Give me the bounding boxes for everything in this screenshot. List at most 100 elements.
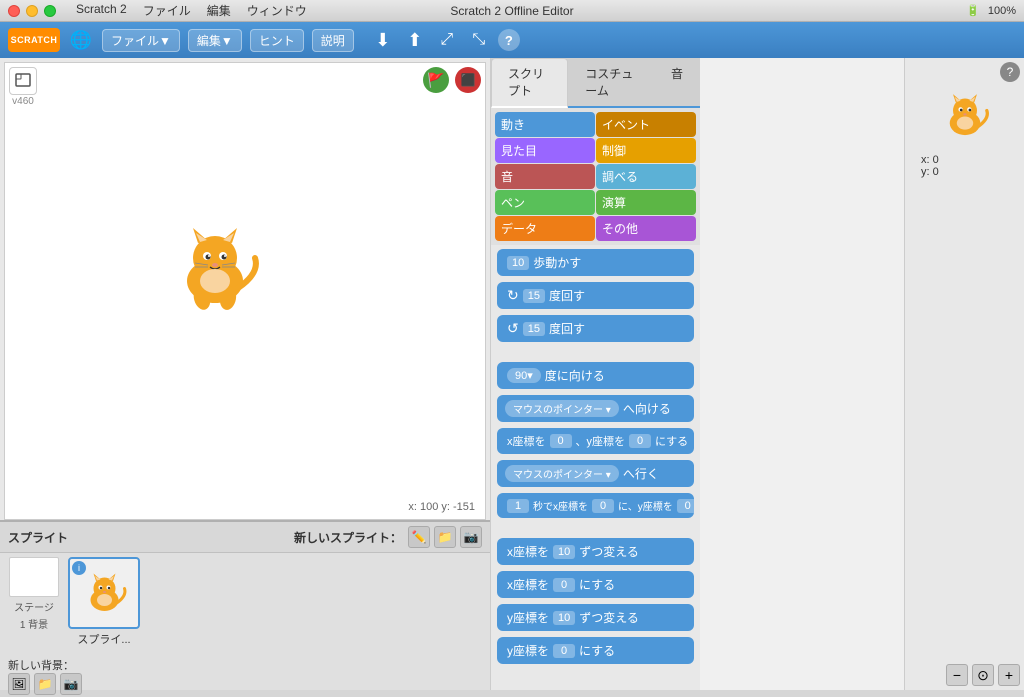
new-sprite-icons: ✏️ 📁 📷	[408, 526, 482, 548]
sprite-on-stage	[160, 213, 270, 323]
category-operators[interactable]: 演算	[596, 190, 696, 215]
scratch-logo: SCRATCH	[8, 28, 60, 52]
close-button[interactable]	[8, 5, 20, 17]
new-backdrop-label: 新しい背景：	[4, 657, 486, 673]
stage-view-controls: v460	[9, 67, 37, 107]
battery-icon: 🔋	[966, 4, 980, 17]
hints-button[interactable]: ヒント	[250, 29, 304, 52]
file-menu[interactable]: ファイル	[143, 2, 191, 19]
block-list: 10 歩動かす ↻ 15 度回す ↺ 15 度回す 90▾ 度に向ける	[491, 245, 700, 690]
camera-backdrop-button[interactable]: 📷	[60, 673, 82, 695]
upload-icon[interactable]: ⬆	[402, 27, 428, 53]
block-move-input[interactable]: 10	[507, 256, 529, 270]
block-goto[interactable]: マウスのポインター ▾ へ行く	[497, 460, 694, 487]
traffic-lights	[8, 5, 56, 17]
block-goto-xy[interactable]: x座標を 0 、y座標を 0 にする	[497, 428, 694, 454]
block-change-x[interactable]: x座標を 10 ずつ変える	[497, 538, 694, 565]
stage-thumbnail[interactable]: ステージ 1 背景	[4, 557, 64, 647]
camera-sprite-button[interactable]: 📷	[460, 526, 482, 548]
stop-button[interactable]: ⬛	[455, 67, 481, 93]
block-set-x[interactable]: x座標を 0 にする	[497, 571, 694, 598]
zoom-reset-button[interactable]: ⊙	[972, 664, 994, 686]
block-set-x-input[interactable]: 0	[553, 578, 575, 592]
zoom-out-button[interactable]: −	[946, 664, 968, 686]
block-goto-x-input[interactable]: 0	[550, 434, 572, 448]
expand-icon[interactable]: ⤢	[434, 27, 460, 53]
block-change-y[interactable]: y座標を 10 ずつ変える	[497, 604, 694, 631]
block-glide[interactable]: 1 秒でx座標を 0 に、y座標を 0	[497, 493, 694, 518]
coord-y-label: y: 0	[921, 166, 1016, 178]
edit-menu-button[interactable]: 編集▼	[188, 29, 242, 52]
blocks-panel: スクリプト コスチューム 音 動き イベント 見た目 制御 音 調べる	[490, 58, 700, 690]
right-info-panel: ? x: 0 y: 0	[904, 58, 1024, 690]
compress-icon[interactable]: ⤡	[466, 27, 492, 53]
help-button[interactable]: ?	[1000, 62, 1020, 82]
block-towards-dropdown[interactable]: マウスのポインター ▾	[505, 400, 619, 417]
block-gap-1	[497, 348, 694, 356]
block-point-value[interactable]: 90▾	[507, 368, 541, 383]
stage-coordinates: x: 100 y: -151	[402, 499, 481, 515]
block-change-x-input[interactable]: 10	[553, 545, 575, 559]
block-change-y-input[interactable]: 10	[553, 611, 575, 625]
upload-backdrop-button[interactable]: 📁	[34, 673, 56, 695]
paint-backdrop-button[interactable]: 🖼	[8, 673, 30, 695]
category-sound[interactable]: 音	[495, 164, 595, 189]
sprite-preview	[935, 86, 995, 146]
paint-new-sprite-button[interactable]: ✏️	[408, 526, 430, 548]
block-move[interactable]: 10 歩動かす	[497, 249, 694, 276]
sprite-item[interactable]: i	[68, 557, 140, 647]
block-glide-y-input[interactable]: 0	[677, 499, 694, 513]
category-motion[interactable]: 動き	[495, 112, 595, 137]
block-goto-y-input[interactable]: 0	[629, 434, 651, 448]
tab-scripts[interactable]: スクリプト	[491, 58, 568, 108]
block-set-y-input[interactable]: 0	[553, 644, 575, 658]
block-turn-ccw-input[interactable]: 15	[523, 322, 545, 336]
tab-sounds[interactable]: 音	[654, 58, 700, 106]
file-menu-button[interactable]: ファイル▼	[102, 29, 180, 52]
block-turn-cw[interactable]: ↻ 15 度回す	[497, 282, 694, 309]
block-categories: 動き イベント 見た目 制御 音 調べる ペン 演算	[491, 108, 700, 245]
fullscreen-button[interactable]	[44, 5, 56, 17]
download-icon[interactable]: ⬇	[370, 27, 396, 53]
about-button[interactable]: 説明	[312, 29, 354, 52]
category-data[interactable]: データ	[495, 216, 595, 241]
stage: v460 🚩 ⬛	[4, 62, 486, 520]
sprite-panel: スプライト 新しいスプライト： ✏️ 📁 📷 ステージ 1 背景	[0, 520, 490, 690]
backdrop-icons: 🖼 📁 📷	[4, 673, 486, 695]
sprite-panel-title: スプライト	[8, 529, 68, 546]
green-flag-button[interactable]: 🚩	[423, 67, 449, 93]
block-glide-x-input[interactable]: 0	[592, 499, 614, 513]
category-looks[interactable]: 見た目	[495, 138, 595, 163]
block-point-direction[interactable]: 90▾ 度に向ける	[497, 362, 694, 389]
script-editor[interactable]	[700, 58, 904, 690]
new-sprite-label: 新しいスプライト：	[294, 529, 402, 546]
block-point-towards[interactable]: マウスのポインター ▾ へ向ける	[497, 395, 694, 422]
edit-menu[interactable]: 編集	[207, 2, 231, 19]
sprite-coord-display: x: 0 y: 0	[913, 154, 1016, 178]
block-set-y[interactable]: y座標を 0 にする	[497, 637, 694, 664]
stage-panel: v460 🚩 ⬛	[0, 58, 490, 690]
sprite-thumbnail-image	[77, 566, 132, 621]
category-sensing[interactable]: 調べる	[596, 164, 696, 189]
block-turn-ccw[interactable]: ↺ 15 度回す	[497, 315, 694, 342]
upload-new-sprite-button[interactable]: 📁	[434, 526, 456, 548]
block-glide-secs-input[interactable]: 1	[507, 499, 529, 513]
sprite-thumbnail[interactable]: i	[68, 557, 140, 629]
menu-bar: Scratch 2 ファイル 編集 ウィンドウ	[76, 2, 307, 19]
category-more-blocks[interactable]: その他	[596, 216, 696, 241]
block-goto-dropdown[interactable]: マウスのポインター ▾	[505, 465, 619, 482]
stage-view-button[interactable]	[9, 67, 37, 95]
category-pen[interactable]: ペン	[495, 190, 595, 215]
sprite-info-badge[interactable]: i	[72, 561, 86, 575]
zoom-in-button[interactable]: +	[998, 664, 1020, 686]
block-turn-cw-input[interactable]: 15	[523, 289, 545, 303]
scratch-cat-svg	[160, 213, 270, 323]
new-backdrop-area: 新しい背景： 🖼 📁 📷	[0, 651, 490, 697]
category-events[interactable]: イベント	[596, 112, 696, 137]
window-menu[interactable]: ウィンドウ	[247, 2, 307, 19]
help-icon[interactable]: ?	[498, 29, 520, 51]
category-control[interactable]: 制御	[596, 138, 696, 163]
language-button[interactable]: 🌐	[68, 27, 94, 53]
minimize-button[interactable]	[26, 5, 38, 17]
tab-costumes[interactable]: コスチューム	[568, 58, 654, 106]
